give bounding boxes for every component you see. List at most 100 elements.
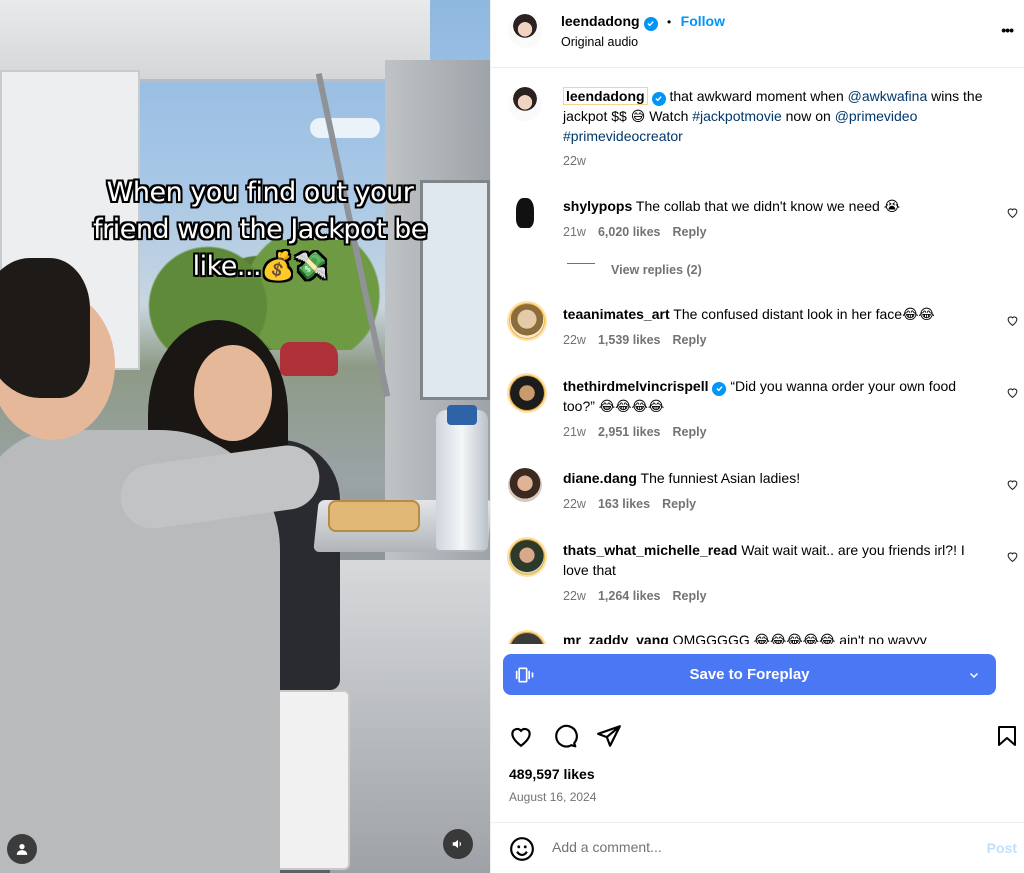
comment-body: The confused distant look in her face😂😂: [673, 306, 935, 322]
comment-age: 22w: [563, 333, 586, 347]
comment-likes[interactable]: 1,264 likes: [598, 589, 661, 603]
avatar[interactable]: [508, 196, 542, 230]
foreplay-icon: [515, 667, 534, 683]
post-date: August 16, 2024: [509, 790, 597, 804]
heart-icon[interactable]: [1006, 478, 1019, 491]
separator-dot: •: [667, 15, 672, 29]
save-to-foreplay-button[interactable]: Save to Foreplay: [503, 654, 996, 695]
verified-icon: [651, 91, 666, 106]
hashtag-link[interactable]: #jackpotmovie: [692, 108, 782, 124]
likes-count[interactable]: 489,597 likes: [509, 766, 595, 782]
red-car: [280, 342, 338, 376]
comment-username[interactable]: mr_zaddy_yang: [563, 632, 669, 644]
comment-body: OMGGGGG 😂😂😂😂😂 ain't no wayyy: [672, 632, 927, 644]
header-username[interactable]: leendadong: [561, 13, 640, 29]
comment-meta: 22w 1,264 likes Reply: [563, 589, 719, 603]
avatar[interactable]: [507, 537, 547, 577]
comment-age: 22w: [563, 497, 586, 511]
cloud: [310, 118, 380, 138]
heart-icon[interactable]: [1006, 550, 1019, 563]
heart-icon[interactable]: [508, 723, 534, 749]
user-tag-button[interactable]: [7, 834, 37, 864]
reply-button[interactable]: Reply: [673, 589, 707, 603]
more-icon[interactable]: •••: [1001, 22, 1014, 38]
comment-username[interactable]: shylypops: [563, 198, 632, 214]
caption-line: friend won the Jackpot be: [93, 214, 427, 245]
caption-text: leendadong that awkward moment when @awk…: [563, 86, 983, 146]
verified-icon: [643, 16, 658, 31]
comment-body: The funniest Asian ladies!: [640, 470, 801, 486]
audio-toggle-button[interactable]: [443, 829, 473, 859]
comment-composer: Post: [491, 822, 1024, 873]
comment-likes[interactable]: 2,951 likes: [598, 425, 661, 439]
caption-part: now on: [781, 108, 835, 124]
comment-body: The collab that we didn't know we need 😭: [635, 198, 901, 214]
audio-label[interactable]: Original audio: [561, 35, 638, 49]
header-user-row: leendadong • Follow: [561, 13, 725, 31]
avatar[interactable]: [507, 301, 547, 341]
reply-button[interactable]: Reply: [673, 225, 707, 239]
comment-username[interactable]: thethirdmelvincrispell: [563, 378, 708, 394]
comment-likes[interactable]: 6,020 likes: [598, 225, 661, 239]
comment-icon[interactable]: [552, 723, 578, 749]
post-header: leendadong • Follow Original audio •••: [491, 0, 1024, 68]
view-replies-button[interactable]: View replies (2): [611, 263, 702, 277]
post-panel: leendadong • Follow Original audio ••• l…: [490, 0, 1024, 873]
video-caption: When you find out your friend won the Ja…: [60, 174, 460, 285]
comment-text: mr_zaddy_yang OMGGGGG 😂😂😂😂😂 ain't no way…: [563, 630, 983, 644]
emoji-icon[interactable]: [509, 836, 535, 862]
chevron-down-icon[interactable]: [968, 669, 980, 681]
heart-icon[interactable]: [1006, 314, 1019, 327]
post-actions: 489,597 likes August 16, 2024: [491, 700, 1024, 820]
comment-likes[interactable]: 1,539 likes: [598, 333, 661, 347]
bottle-cap: [447, 405, 477, 425]
reply-button[interactable]: Reply: [673, 333, 707, 347]
caption-line: When you find out your: [106, 177, 414, 208]
heart-icon[interactable]: [1006, 386, 1019, 399]
mention-link[interactable]: @awkwafina: [848, 88, 928, 104]
comment-age: 21w: [563, 225, 586, 239]
person-face: [194, 345, 272, 441]
comment-meta: 22w 163 likes Reply: [563, 497, 708, 511]
cta-label: Save to Foreplay: [689, 666, 810, 683]
comment-item: mr_zaddy_yang OMGGGGG 😂😂😂😂😂 ain't no way…: [491, 630, 1024, 644]
verified-icon: [712, 381, 727, 396]
bookmark-icon[interactable]: [995, 723, 1019, 749]
mention-link[interactable]: @primevideo: [835, 108, 918, 124]
audio-icon: [452, 839, 461, 849]
comment-meta: 21w 2,951 likes Reply: [563, 425, 719, 439]
heart-icon[interactable]: [1006, 206, 1019, 219]
comment-username[interactable]: diane.dang: [563, 470, 637, 486]
comment-meta: 22w 1,539 likes Reply: [563, 333, 719, 347]
reply-button[interactable]: Reply: [662, 497, 696, 511]
comment-age: 21w: [563, 425, 586, 439]
caption-age: 22w: [563, 154, 586, 168]
caption-part: that awkward moment when: [669, 88, 848, 104]
food-counter: [330, 560, 490, 873]
post-comment-button[interactable]: Post: [987, 840, 1017, 856]
hashtag-link[interactable]: #primevideocreator: [563, 128, 683, 144]
comment-age: 22w: [563, 589, 586, 603]
share-icon[interactable]: [596, 723, 622, 749]
comment-text: thats_what_michelle_read Wait wait wait.…: [563, 540, 983, 580]
avatar[interactable]: [507, 373, 547, 413]
comment-input[interactable]: [552, 839, 952, 855]
water-bottle: [436, 410, 488, 550]
comment-text: teaanimates_art The confused distant loo…: [563, 304, 983, 324]
comment-username[interactable]: teaanimates_art: [563, 306, 670, 322]
comment-text: thethirdmelvincrispell “Did you wanna or…: [563, 376, 983, 416]
caption-username[interactable]: leendadong: [563, 87, 648, 105]
avatar[interactable]: [508, 14, 542, 48]
avatar[interactable]: [508, 87, 542, 121]
caption-line: like...💰💸: [192, 251, 328, 282]
comment-likes[interactable]: 163 likes: [598, 497, 650, 511]
reply-button[interactable]: Reply: [673, 425, 707, 439]
replies-divider: [567, 263, 595, 264]
sandwich: [328, 500, 420, 532]
avatar[interactable]: [508, 468, 542, 502]
follow-button[interactable]: Follow: [681, 13, 725, 29]
user-tag-icon: [16, 844, 28, 855]
reel-video[interactable]: When you find out your friend won the Ja…: [0, 0, 490, 873]
comment-username[interactable]: thats_what_michelle_read: [563, 542, 737, 558]
avatar[interactable]: [507, 630, 547, 644]
